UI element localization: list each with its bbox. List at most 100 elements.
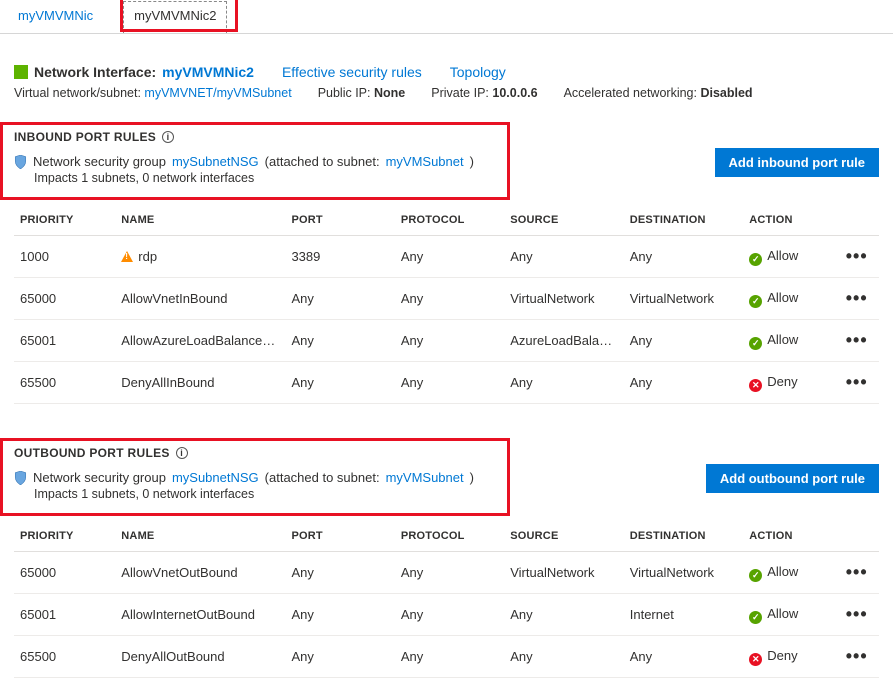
more-icon[interactable]: ••• <box>846 288 868 308</box>
cell-protocol: Any <box>395 594 504 636</box>
nsg-subnet-link[interactable]: myVMSubnet <box>386 470 464 485</box>
inbound-block: INBOUND PORT RULES i Network security gr… <box>14 128 879 404</box>
col-port[interactable]: PORT <box>285 205 394 236</box>
col-dest[interactable]: DESTINATION <box>624 521 744 552</box>
cell-action: ✓Allow <box>743 594 834 636</box>
col-source[interactable]: SOURCE <box>504 521 624 552</box>
table-row[interactable]: 65500DenyAllInBoundAnyAnyAnyAny✕Deny••• <box>14 362 879 404</box>
add-outbound-button[interactable]: Add outbound port rule <box>706 464 879 493</box>
col-name[interactable]: NAME <box>115 205 285 236</box>
row-more[interactable]: ••• <box>834 594 879 636</box>
cell-protocol: Any <box>395 320 504 362</box>
col-name[interactable]: NAME <box>115 521 285 552</box>
nic-icon <box>14 65 28 79</box>
check-icon: ✓ <box>749 253 762 266</box>
pip-label: Public IP: <box>318 86 371 100</box>
table-row[interactable]: 65500DenyAllOutBoundAnyAnyAnyAny✕Deny••• <box>14 636 879 678</box>
cell-source: VirtualNetwork <box>504 278 624 320</box>
cell-protocol: Any <box>395 236 504 278</box>
check-icon: ✓ <box>749 569 762 582</box>
info-icon[interactable]: i <box>176 447 188 459</box>
accel-label: Accelerated networking: <box>564 86 697 100</box>
info-icon[interactable]: i <box>162 131 174 143</box>
nsg-impacts: Impacts 1 subnets, 0 network interfaces <box>34 171 474 185</box>
col-priority[interactable]: PRIORITY <box>14 521 115 552</box>
col-protocol[interactable]: PROTOCOL <box>395 521 504 552</box>
cell-protocol: Any <box>395 552 504 594</box>
row-more[interactable]: ••• <box>834 320 879 362</box>
table-row[interactable]: 65001AllowInternetOutBoundAnyAnyAnyInter… <box>14 594 879 636</box>
cell-port: Any <box>285 278 394 320</box>
cell-name: AllowAzureLoadBalancerInBou… <box>115 320 285 362</box>
table-row[interactable]: 65000AllowVnetOutBoundAnyAnyVirtualNetwo… <box>14 552 879 594</box>
more-icon[interactable]: ••• <box>846 562 868 582</box>
cell-name: AllowVnetOutBound <box>115 552 285 594</box>
cell-dest: VirtualNetwork <box>624 552 744 594</box>
more-icon[interactable]: ••• <box>846 646 868 666</box>
nsg-attach-prefix: (attached to subnet: <box>265 154 380 169</box>
table-row[interactable]: 65001AllowAzureLoadBalancerInBou…AnyAnyA… <box>14 320 879 362</box>
cell-source: AzureLoadBala… <box>504 320 624 362</box>
more-icon[interactable]: ••• <box>846 372 868 392</box>
deny-icon: ✕ <box>749 653 762 666</box>
cell-name: DenyAllInBound <box>115 362 285 404</box>
cell-name: rdp <box>115 236 285 278</box>
col-port[interactable]: PORT <box>285 521 394 552</box>
more-icon[interactable]: ••• <box>846 604 868 624</box>
nsg-link[interactable]: mySubnetNSG <box>172 470 259 485</box>
col-protocol[interactable]: PROTOCOL <box>395 205 504 236</box>
col-more <box>834 205 879 236</box>
more-icon[interactable]: ••• <box>846 330 868 350</box>
cell-name: DenyAllOutBound <box>115 636 285 678</box>
more-icon[interactable]: ••• <box>846 246 868 266</box>
cell-source: Any <box>504 236 624 278</box>
inbound-table: PRIORITY NAME PORT PROTOCOL SOURCE DESTI… <box>14 205 879 404</box>
col-source[interactable]: SOURCE <box>504 205 624 236</box>
cell-port: Any <box>285 362 394 404</box>
row-more[interactable]: ••• <box>834 236 879 278</box>
outbound-block: OUTBOUND PORT RULES i Network security g… <box>14 444 879 678</box>
col-dest[interactable]: DESTINATION <box>624 205 744 236</box>
cell-port: 3389 <box>285 236 394 278</box>
nic-tabs: myVMVMNic myVMVMNic2 <box>0 0 893 34</box>
cell-source: Any <box>504 362 624 404</box>
table-row[interactable]: 65000AllowVnetInBoundAnyAnyVirtualNetwor… <box>14 278 879 320</box>
col-more <box>834 521 879 552</box>
cell-action: ✕Deny <box>743 362 834 404</box>
table-row[interactable]: 1000rdp3389AnyAnyAny✓Allow••• <box>14 236 879 278</box>
tab-nic-1[interactable]: myVMVMNic <box>14 0 97 33</box>
row-more[interactable]: ••• <box>834 362 879 404</box>
check-icon: ✓ <box>749 611 762 624</box>
nsg-link[interactable]: mySubnetNSG <box>172 154 259 169</box>
col-action[interactable]: ACTION <box>743 521 834 552</box>
nsg-impacts: Impacts 1 subnets, 0 network interfaces <box>34 487 474 501</box>
nic-name-link[interactable]: myVMVMNic2 <box>162 64 254 80</box>
cell-port: Any <box>285 320 394 362</box>
cell-dest: Any <box>624 362 744 404</box>
cell-port: Any <box>285 594 394 636</box>
nsg-subnet-link[interactable]: myVMSubnet <box>386 154 464 169</box>
vnet-link[interactable]: myVMVNET/myVMSubnet <box>144 86 291 100</box>
effective-rules-link[interactable]: Effective security rules <box>282 64 422 80</box>
col-action[interactable]: ACTION <box>743 205 834 236</box>
cell-action: ✓Allow <box>743 320 834 362</box>
cell-priority: 65500 <box>14 636 115 678</box>
cell-protocol: Any <box>395 278 504 320</box>
nsg-prefix: Network security group <box>33 154 166 169</box>
check-icon: ✓ <box>749 295 762 308</box>
cell-priority: 65001 <box>14 594 115 636</box>
topology-link[interactable]: Topology <box>450 64 506 80</box>
prip-label: Private IP: <box>431 86 489 100</box>
nic-label: Network Interface: <box>34 64 156 80</box>
tab-nic-2[interactable]: myVMVMNic2 <box>123 1 227 33</box>
pip-value: None <box>374 86 405 100</box>
add-inbound-button[interactable]: Add inbound port rule <box>715 148 879 177</box>
col-priority[interactable]: PRIORITY <box>14 205 115 236</box>
row-more[interactable]: ••• <box>834 552 879 594</box>
row-more[interactable]: ••• <box>834 278 879 320</box>
check-icon: ✓ <box>749 337 762 350</box>
cell-action: ✓Allow <box>743 278 834 320</box>
row-more[interactable]: ••• <box>834 636 879 678</box>
cell-protocol: Any <box>395 362 504 404</box>
cell-source: VirtualNetwork <box>504 552 624 594</box>
